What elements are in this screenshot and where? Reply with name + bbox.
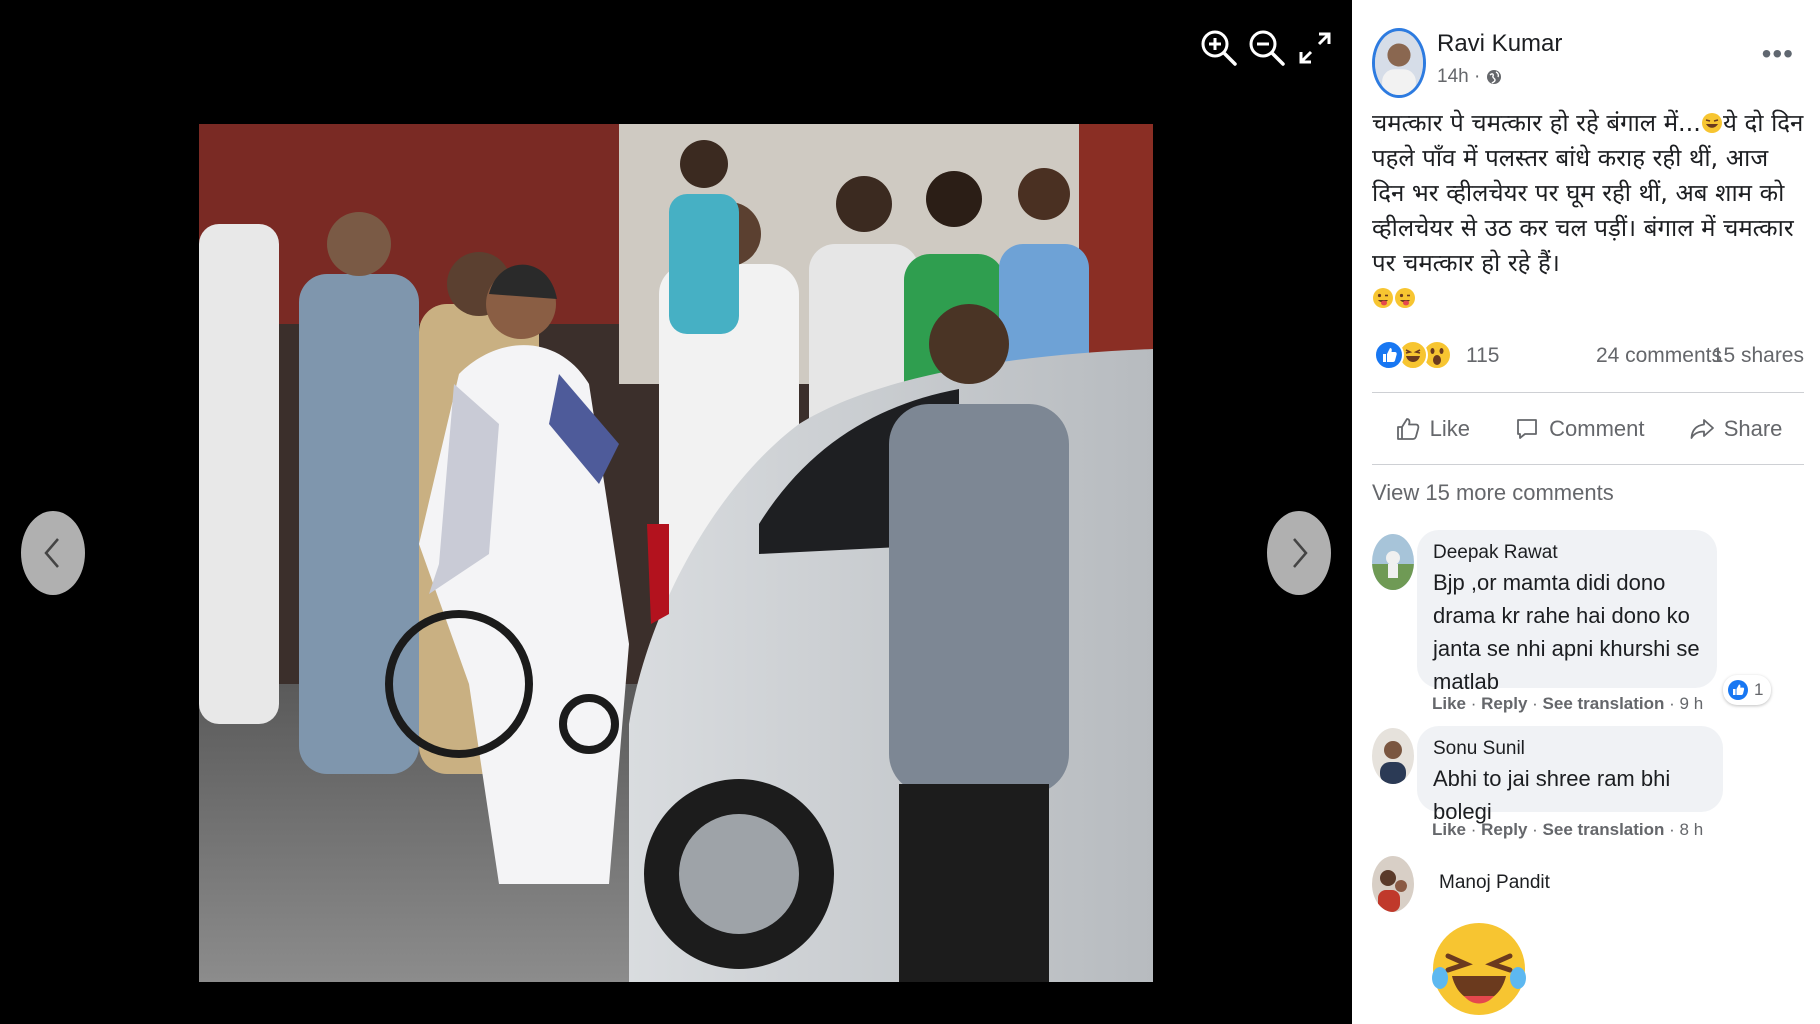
comment-time[interactable]: · 9 h (1669, 694, 1703, 713)
like-label: Like (1429, 416, 1470, 441)
fullscreen-button[interactable] (1293, 26, 1337, 70)
post-photo (199, 124, 1153, 982)
post-text: चमत्कार पे चमत्कार हो रहे बंगाल में... ये… (1372, 106, 1804, 316)
post-action-bar: Like Comment Share (1372, 396, 1804, 462)
comment-reply-link[interactable]: Reply (1481, 820, 1527, 839)
laughing-emoji-sticker-icon (1432, 923, 1526, 1015)
globe-icon (1487, 70, 1502, 84)
comment-actions: Like · Reply · See translation · 8 h (1432, 820, 1704, 839)
chevron-right-icon (1293, 538, 1308, 568)
divider (1372, 464, 1804, 465)
author-avatar[interactable] (1372, 28, 1426, 98)
commenter-avatar[interactable] (1372, 534, 1414, 590)
see-translation-link[interactable]: See translation (1543, 694, 1665, 713)
zoom-out-icon (1249, 30, 1285, 66)
reaction-count[interactable]: 115 (1466, 344, 1499, 368)
comment-button[interactable]: Comment (1513, 415, 1645, 443)
photo-viewer (0, 0, 1352, 1024)
like-reaction-icon (1728, 680, 1748, 700)
comment-author[interactable]: Deepak Rawat (1433, 542, 1701, 564)
comment-bubble: Deepak Rawat Bjp ,or mamta didi dono dra… (1417, 530, 1717, 694)
share-button[interactable]: Share (1688, 415, 1783, 443)
comment-like-link[interactable]: Like (1432, 820, 1466, 839)
commenter-avatar-image (1372, 534, 1414, 590)
winking-tongue-emoji-icon (1395, 288, 1415, 308)
author-avatar-image (1375, 31, 1423, 95)
share-label: Share (1723, 416, 1783, 441)
post-text-part1: चमत्कार पे चमत्कार हो रहे बंगाल में... (1372, 109, 1701, 137)
post-timestamp[interactable]: 14h · (1437, 66, 1502, 88)
zoom-in-icon (1201, 30, 1237, 66)
zoom-in-button[interactable] (1197, 26, 1241, 70)
comment-reply-link[interactable]: Reply (1481, 694, 1527, 713)
share-icon (1690, 419, 1714, 439)
like-reaction-icon (1374, 340, 1404, 370)
comment-actions: Like · Reply · See translation · 9 h (1432, 694, 1704, 713)
see-translation-link[interactable]: See translation (1543, 820, 1665, 839)
winking-tongue-emoji-icon (1373, 288, 1393, 308)
comment-bubble: Sonu Sunil Abhi to jai shree ram bhi bol… (1417, 726, 1723, 824)
comment-author[interactable]: Sonu Sunil (1433, 738, 1707, 760)
reactions-summary: 115 24 comments 15 shares (1374, 340, 1804, 376)
commenter-avatar[interactable] (1372, 856, 1414, 912)
commenter-avatar-image (1372, 856, 1414, 912)
comment-text: Bjp ,or mamta didi dono drama kr rahe ha… (1433, 570, 1700, 694)
more-options-button[interactable]: ••• (1762, 40, 1794, 68)
like-button[interactable]: Like (1394, 415, 1470, 443)
thumbs-up-icon (1396, 418, 1419, 440)
post-text-emoji (1372, 284, 1416, 312)
chevron-left-icon (44, 538, 59, 568)
shares-count[interactable]: 15 shares (1712, 344, 1804, 368)
comment-text: Abhi to jai shree ram bhi bolegi (1433, 766, 1671, 824)
view-more-comments-link[interactable]: View 15 more comments (1372, 480, 1614, 506)
author-name[interactable]: Ravi Kumar (1437, 30, 1562, 58)
expand-icon (1299, 32, 1331, 64)
post-panel: Ravi Kumar 14h · ••• चमत्कार पे चमत्कार … (1352, 0, 1820, 1024)
comment-label: Comment (1549, 416, 1645, 441)
comment-icon (1517, 419, 1538, 439)
comment-author[interactable]: Manoj Pandit (1439, 872, 1550, 894)
comment-time[interactable]: · 8 h (1669, 820, 1703, 839)
next-photo-button[interactable] (1267, 511, 1331, 595)
commenter-avatar[interactable] (1372, 728, 1414, 784)
zoom-out-button[interactable] (1245, 26, 1289, 70)
post-photo-image (199, 124, 1153, 982)
comment-like-count: 1 (1754, 680, 1764, 699)
comment-like-badge[interactable]: 1 (1723, 675, 1772, 705)
post-time-text: 14h · (1437, 66, 1481, 87)
commenter-avatar-image (1372, 728, 1414, 784)
divider (1372, 392, 1804, 393)
previous-photo-button[interactable] (21, 511, 85, 595)
comment-like-link[interactable]: Like (1432, 694, 1466, 713)
comments-count[interactable]: 24 comments (1596, 344, 1722, 368)
rofl-emoji-icon (1701, 113, 1722, 133)
